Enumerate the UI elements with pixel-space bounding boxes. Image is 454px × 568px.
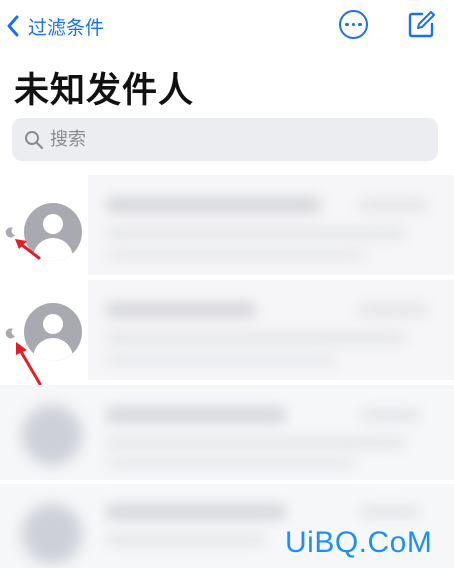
blurred-preview — [88, 175, 454, 275]
compose-icon[interactable] — [406, 10, 436, 40]
more-button[interactable] — [339, 10, 368, 39]
list-item[interactable] — [0, 175, 454, 275]
search-bar[interactable] — [12, 118, 438, 161]
page-title: 未知发件人 — [14, 71, 195, 111]
watermark: UiBQ.CoM — [285, 526, 433, 559]
more-icon — [345, 22, 349, 27]
back-button[interactable]: 过滤条件 — [6, 10, 104, 42]
back-label: 过滤条件 — [28, 16, 105, 39]
search-icon — [25, 130, 44, 149]
red-arrow-icon — [16, 342, 42, 386]
chevron-left-icon — [7, 15, 19, 37]
red-arrow-icon — [15, 239, 41, 260]
list-item[interactable] — [0, 385, 454, 480]
list-item[interactable] — [0, 280, 454, 386]
nav-bar: 过滤条件 — [0, 0, 454, 52]
blurred-preview — [88, 280, 454, 380]
search-input[interactable] — [50, 129, 410, 150]
